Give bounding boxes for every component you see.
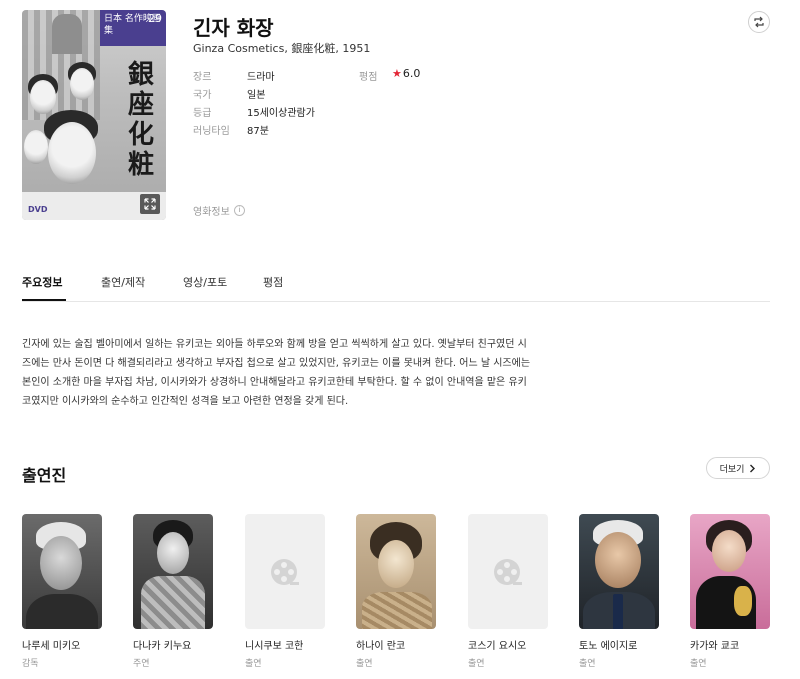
poster-tower	[52, 14, 82, 54]
more-button[interactable]: 더보기	[706, 457, 770, 479]
chevron-right-icon	[750, 464, 756, 472]
synopsis: 긴자에 있는 술집 벨아미에서 일하는 유키코는 외아들 하루오와 함께 방을 …	[22, 335, 568, 411]
poster-figure	[48, 122, 96, 184]
cast-role: 출연	[690, 659, 707, 669]
tab-main-info[interactable]: 주요정보	[22, 274, 62, 290]
cast-card[interactable]: 토노 에이지로 출연	[579, 514, 659, 669]
synopsis-line: 코였지만 이시카와의 순수하고 인간적인 성격을 보고 아련한 연정을 갖게 된…	[22, 396, 349, 407]
tab-bar: 주요정보 출연/제작 영상/포토 평점	[22, 270, 770, 302]
movie-title: 긴자 화장	[193, 16, 274, 40]
movie-info-link[interactable]: 영화정보 i	[193, 203, 245, 218]
cast-photo-placeholder[interactable]	[468, 514, 548, 629]
cast-role: 출연	[356, 659, 373, 669]
active-tab-indicator	[22, 299, 66, 301]
rating-label: 평점	[359, 72, 378, 83]
rating-score: ★6.0	[392, 67, 420, 80]
cast-role: 출연	[245, 659, 262, 669]
cast-name[interactable]: 니시쿠보 코한	[245, 637, 325, 652]
more-button-label: 더보기	[719, 464, 745, 475]
cast-name[interactable]: 다나카 키누요	[133, 637, 213, 652]
expand-arrows-icon	[144, 198, 156, 210]
cast-photo[interactable]	[133, 514, 213, 629]
cast-card[interactable]: 나루세 미키오 감독	[22, 514, 102, 669]
meta-value: 드라마	[247, 72, 275, 83]
poster-figure	[24, 130, 48, 164]
poster-title: 銀座化粧	[127, 60, 154, 180]
movie-poster[interactable]: 日本 名作映画集 29 銀座化粧 DVD	[22, 10, 166, 220]
meta-label: 장르	[193, 72, 212, 83]
poster-figure	[30, 80, 56, 114]
meta-label: 러닝타임	[193, 126, 230, 137]
share-button[interactable]	[748, 11, 770, 33]
cast-card[interactable]: 코스기 요시오 출연	[468, 514, 548, 669]
cast-name[interactable]: 카가와 쿄코	[690, 637, 770, 652]
poster-badge: 日本 名作映画集 29	[100, 10, 166, 46]
cast-card[interactable]: 다나카 키누요 주연	[133, 514, 213, 669]
cast-role: 주연	[133, 659, 150, 669]
cast-photo[interactable]	[579, 514, 659, 629]
meta-label: 국가	[193, 90, 212, 101]
meta-value: 일본	[247, 90, 266, 101]
poster-badge-number: 29	[148, 12, 162, 25]
cast-name[interactable]: 나루세 미키오	[22, 637, 102, 652]
cast-photo[interactable]	[690, 514, 770, 629]
poster-dvd-logo: DVD	[28, 205, 48, 214]
tab-cast-crew[interactable]: 출연/제작	[101, 274, 145, 290]
cast-role: 출연	[468, 659, 485, 669]
cast-card[interactable]: 하나이 란코 출연	[356, 514, 436, 669]
meta-value: 87분	[247, 126, 269, 137]
info-icon[interactable]: i	[233, 205, 245, 216]
movie-info-label: 영화정보	[193, 207, 230, 218]
cast-card[interactable]: 니시쿠보 코한 출연	[245, 514, 325, 669]
cast-role: 감독	[22, 659, 39, 669]
tab-ratings[interactable]: 평점	[263, 274, 283, 290]
cast-photo[interactable]	[356, 514, 436, 629]
synopsis-line: 즈에는 만사 돈이면 다 해결되리라고 생각하고 부자집 첩으로 살고 있었지만…	[22, 358, 531, 369]
film-reel-icon	[271, 558, 299, 585]
cast-card[interactable]: 카가와 쿄코 출연	[690, 514, 770, 669]
cast-photo-placeholder[interactable]	[245, 514, 325, 629]
expand-icon[interactable]	[140, 194, 160, 214]
movie-subtitle: Ginza Cosmetics, 銀座化粧, 1951	[193, 42, 371, 55]
cast-photo[interactable]	[22, 514, 102, 629]
cast-role: 출연	[579, 659, 596, 669]
cast-name[interactable]: 토노 에이지로	[579, 637, 659, 652]
cast-name[interactable]: 코스기 요시오	[468, 637, 548, 652]
meta-value: 15세이상관람가	[247, 108, 315, 119]
film-reel-icon	[494, 558, 522, 585]
meta-label: 등급	[193, 108, 212, 119]
cast-name[interactable]: 하나이 란코	[356, 637, 436, 652]
tab-video-photo[interactable]: 영상/포토	[183, 274, 227, 290]
cast-section-title: 출연진	[22, 466, 67, 485]
synopsis-line: 본인이 소개한 마을 부자집 차남, 이시카와가 상경하니 안내해달라고 유키코…	[22, 377, 527, 388]
synopsis-line: 긴자에 있는 술집 벨아미에서 일하는 유키코는 외아들 하루오와 함께 방을 …	[22, 339, 527, 350]
share-icon	[754, 16, 764, 28]
star-icon: ★	[392, 67, 402, 80]
poster-figure	[70, 68, 94, 100]
rating-number: 6.0	[402, 67, 421, 80]
